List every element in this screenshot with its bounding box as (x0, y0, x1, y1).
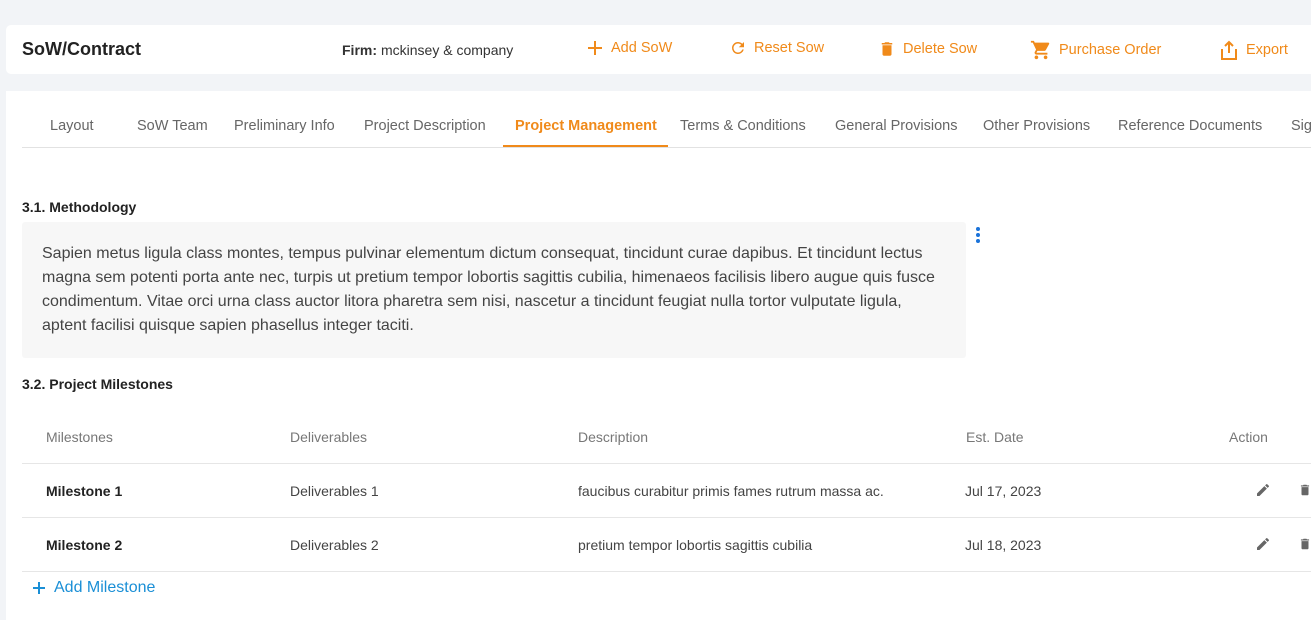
tab-bar: Layout SoW Team Preliminary Info Project… (22, 91, 1311, 148)
milestone-name: Milestone 2 (46, 537, 123, 553)
firm-label: Firm: (342, 42, 377, 58)
export-button[interactable]: Export (1219, 39, 1288, 61)
tab-signatures[interactable]: Sig (1291, 118, 1311, 134)
firm-value: mckinsey & company (381, 42, 514, 58)
column-header-description: Description (578, 429, 649, 445)
tab-reference-documents[interactable]: Reference Documents (1118, 118, 1262, 134)
refresh-icon (731, 41, 744, 54)
tab-layout[interactable]: Layout (50, 118, 94, 134)
reset-sow-label: Reset Sow (754, 40, 825, 56)
column-header-est-date: Est. Date (966, 429, 1024, 445)
milestone-description: faucibus curabitur primis fames rutrum m… (578, 483, 884, 499)
tab-preliminary-info[interactable]: Preliminary Info (234, 118, 335, 134)
column-header-action: Action (1229, 429, 1268, 445)
tab-other-provisions[interactable]: Other Provisions (983, 118, 1090, 134)
delete-icon[interactable] (1298, 536, 1311, 557)
add-milestone-button[interactable]: Add Milestone (32, 579, 155, 597)
top-header: SoW/Contract Firm: mckinsey & company Add… (6, 25, 1311, 74)
tab-terms-conditions[interactable]: Terms & Conditions (680, 118, 806, 134)
reset-sow-button[interactable]: Reset Sow (729, 39, 824, 57)
tab-sow-team[interactable]: SoW Team (137, 118, 208, 134)
edit-icon[interactable] (1255, 482, 1271, 503)
more-options-icon[interactable] (972, 226, 984, 244)
deliverable-name: Deliverables 1 (290, 483, 379, 499)
tab-project-management[interactable]: Project Management (515, 118, 657, 134)
delete-icon[interactable] (1298, 482, 1311, 503)
delete-sow-label: Delete Sow (903, 41, 978, 57)
active-tab-indicator (503, 145, 668, 147)
column-header-milestones: Milestones (46, 429, 113, 445)
add-sow-button[interactable]: Add SoW (586, 39, 672, 57)
milestone-name: Milestone 1 (46, 483, 123, 499)
table-row: Milestone 2 Deliverables 2 pretium tempo… (22, 517, 1311, 571)
milestones-title: 3.2. Project Milestones (22, 376, 173, 392)
plus-icon (588, 41, 602, 55)
page-title: SoW/Contract (22, 39, 141, 59)
export-icon (1221, 40, 1237, 60)
plus-icon (33, 582, 45, 594)
table-row: Milestone 1 Deliverables 1 faucibus cura… (22, 463, 1311, 517)
table-divider (22, 571, 1311, 572)
deliverable-name: Deliverables 2 (290, 537, 379, 553)
purchase-order-label: Purchase Order (1059, 42, 1162, 58)
delete-sow-button[interactable]: Delete Sow (878, 39, 977, 59)
firm-info: Firm: mckinsey & company (342, 42, 513, 58)
milestone-date: Jul 17, 2023 (965, 483, 1042, 499)
add-milestone-label: Add Milestone (54, 579, 156, 596)
cart-icon (1030, 40, 1050, 60)
tab-general-provisions[interactable]: General Provisions (835, 118, 958, 134)
tab-project-description[interactable]: Project Description (364, 118, 486, 134)
add-sow-label: Add SoW (611, 40, 673, 56)
methodology-title: 3.1. Methodology (22, 199, 137, 215)
column-header-deliverables: Deliverables (290, 429, 368, 445)
methodology-text: Sapien metus ligula class montes, tempus… (22, 222, 966, 358)
main-card: Layout SoW Team Preliminary Info Project… (6, 91, 1311, 620)
milestone-description: pretium tempor lobortis sagittis cubilia (578, 537, 813, 553)
export-label: Export (1246, 42, 1288, 58)
purchase-order-button[interactable]: Purchase Order (1030, 39, 1161, 61)
edit-icon[interactable] (1255, 536, 1271, 557)
milestone-date: Jul 18, 2023 (965, 537, 1042, 553)
trash-icon (881, 42, 893, 56)
